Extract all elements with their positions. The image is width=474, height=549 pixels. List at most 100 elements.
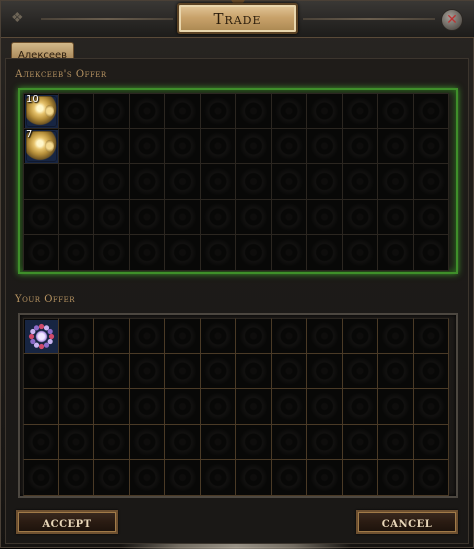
your_offer-slot[interactable] [58, 460, 94, 496]
their_offer-slot[interactable] [94, 128, 130, 164]
your_offer-slot[interactable] [200, 389, 236, 425]
their_offer-slot[interactable] [307, 199, 343, 235]
your_offer-slot[interactable] [165, 318, 201, 354]
your_offer-slot[interactable] [94, 389, 130, 425]
your_offer-slot[interactable] [307, 353, 343, 389]
your_offer-slot[interactable] [23, 353, 59, 389]
your_offer-slot[interactable] [58, 353, 94, 389]
accept-button[interactable]: Accept [16, 510, 118, 534]
your_offer-slot[interactable] [200, 424, 236, 460]
your_offer-slot[interactable] [94, 424, 130, 460]
tab-player[interactable]: Алексеев [11, 42, 74, 61]
their_offer-slot[interactable] [342, 164, 378, 200]
your_offer-slot[interactable] [413, 389, 449, 425]
their_offer-slot[interactable] [129, 128, 165, 164]
their_offer-slot[interactable] [129, 164, 165, 200]
your_offer-slot[interactable] [307, 318, 343, 354]
their_offer-slot[interactable] [342, 93, 378, 129]
their_offer-slot[interactable] [165, 164, 201, 200]
their_offer-slot[interactable] [271, 199, 307, 235]
your_offer-slot[interactable] [165, 389, 201, 425]
cancel-button[interactable]: Cancel [356, 510, 458, 534]
their_offer-slot[interactable] [271, 164, 307, 200]
your_offer-slot[interactable] [413, 318, 449, 354]
their_offer-slot[interactable] [200, 128, 236, 164]
your_offer-slot[interactable] [342, 424, 378, 460]
their_offer-slot[interactable] [236, 199, 272, 235]
your_offer-slot[interactable] [129, 318, 165, 354]
their_offer-slot[interactable] [342, 199, 378, 235]
your_offer-slot[interactable] [413, 353, 449, 389]
their_offer-slot[interactable] [23, 199, 59, 235]
your_offer-slot[interactable] [342, 353, 378, 389]
their_offer-slot[interactable] [236, 235, 272, 271]
their_offer-slot[interactable] [129, 93, 165, 129]
their_offer-slot[interactable] [413, 235, 449, 271]
your_offer-slot[interactable] [58, 424, 94, 460]
their_offer-slot[interactable] [94, 93, 130, 129]
your_offer-slot[interactable] [342, 318, 378, 354]
your_offer-slot[interactable] [342, 389, 378, 425]
their_offer-slot[interactable] [165, 235, 201, 271]
your_offer-slot[interactable] [307, 389, 343, 425]
your_offer-slot[interactable] [236, 424, 272, 460]
your_offer-slot[interactable] [271, 460, 307, 496]
their_offer-slot[interactable] [413, 128, 449, 164]
their_offer-slot[interactable]: 10 [23, 93, 59, 129]
your_offer-slot[interactable] [129, 389, 165, 425]
your_offer-slot[interactable] [58, 389, 94, 425]
their_offer-slot[interactable] [129, 235, 165, 271]
your_offer-slot[interactable] [236, 460, 272, 496]
their_offer-slot[interactable] [307, 164, 343, 200]
their_offer-slot[interactable] [236, 128, 272, 164]
your_offer-slot[interactable] [23, 389, 59, 425]
their_offer-slot[interactable] [94, 235, 130, 271]
their_offer-slot[interactable] [342, 128, 378, 164]
your_offer-slot[interactable] [58, 318, 94, 354]
your_offer-slot[interactable] [165, 424, 201, 460]
your_offer-slot[interactable] [378, 318, 414, 354]
your_offer-slot[interactable] [307, 424, 343, 460]
your_offer-slot[interactable] [413, 460, 449, 496]
their_offer-slot[interactable] [58, 199, 94, 235]
your_offer-slot[interactable] [129, 424, 165, 460]
your_offer-slot[interactable] [236, 318, 272, 354]
your_offer-slot[interactable] [307, 460, 343, 496]
their_offer-slot[interactable] [200, 199, 236, 235]
your_offer-slot[interactable] [236, 353, 272, 389]
their_offer-slot[interactable] [413, 164, 449, 200]
their_offer-slot[interactable] [378, 199, 414, 235]
their_offer-slot[interactable] [165, 93, 201, 129]
their_offer-slot[interactable] [58, 128, 94, 164]
your_offer-slot[interactable] [23, 460, 59, 496]
your_offer-slot[interactable] [94, 353, 130, 389]
your_offer-slot[interactable] [271, 389, 307, 425]
their_offer-slot[interactable] [271, 235, 307, 271]
their_offer-slot[interactable] [58, 93, 94, 129]
their_offer-slot[interactable] [94, 199, 130, 235]
their_offer-slot[interactable] [58, 164, 94, 200]
your_offer-slot[interactable] [378, 389, 414, 425]
their_offer-slot[interactable] [271, 128, 307, 164]
their_offer-slot[interactable] [23, 235, 59, 271]
your_offer-slot[interactable] [165, 460, 201, 496]
your_offer-slot[interactable] [413, 424, 449, 460]
your_offer-slot[interactable] [271, 353, 307, 389]
their_offer-slot[interactable] [165, 128, 201, 164]
their_offer-slot[interactable] [165, 199, 201, 235]
their_offer-slot[interactable] [271, 93, 307, 129]
their_offer-slot[interactable] [236, 93, 272, 129]
your_offer-slot[interactable] [378, 460, 414, 496]
their_offer-slot[interactable] [58, 235, 94, 271]
your_offer-slot[interactable] [23, 318, 59, 354]
their_offer-slot[interactable] [94, 164, 130, 200]
your_offer-slot[interactable] [342, 460, 378, 496]
your_offer-slot[interactable] [378, 424, 414, 460]
their_offer-slot[interactable] [342, 235, 378, 271]
your_offer-slot[interactable] [236, 389, 272, 425]
their_offer-slot[interactable] [23, 164, 59, 200]
ring-item-icon[interactable] [26, 321, 57, 352]
their_offer-slot[interactable] [200, 235, 236, 271]
your_offer-slot[interactable] [271, 318, 307, 354]
their_offer-slot[interactable] [236, 164, 272, 200]
